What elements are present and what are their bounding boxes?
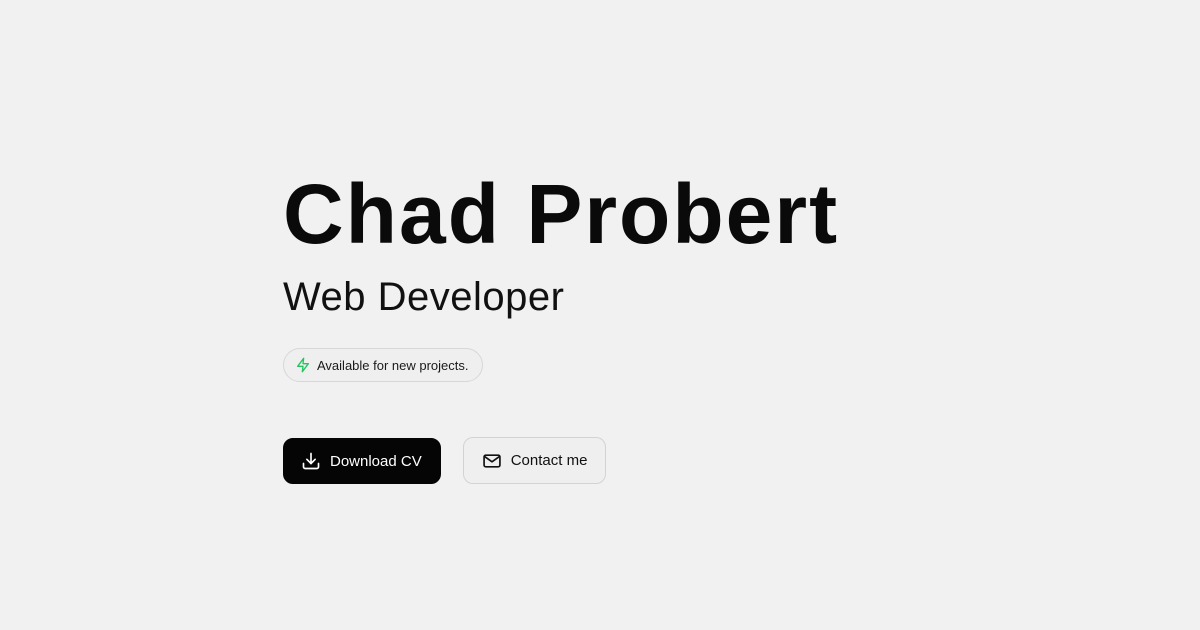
download-cv-button[interactable]: Download CV xyxy=(283,438,441,484)
contact-me-label: Contact me xyxy=(510,452,588,469)
mail-icon xyxy=(482,451,502,471)
hero-actions: Download CV Contact me xyxy=(283,437,839,484)
page: Chad Probert Web Developer Available for… xyxy=(0,0,1200,630)
hero-section: Chad Probert Web Developer Available for… xyxy=(283,168,839,484)
availability-text: Available for new projects. xyxy=(317,357,469,373)
hero-role: Web Developer xyxy=(283,275,565,319)
download-cv-label: Download CV xyxy=(330,452,422,470)
lightning-icon xyxy=(295,357,311,373)
hero-name: Chad Probert xyxy=(283,167,840,261)
contact-me-button[interactable]: Contact me xyxy=(462,437,607,484)
availability-badge: Available for new projects. xyxy=(283,348,483,382)
download-icon xyxy=(301,451,321,471)
